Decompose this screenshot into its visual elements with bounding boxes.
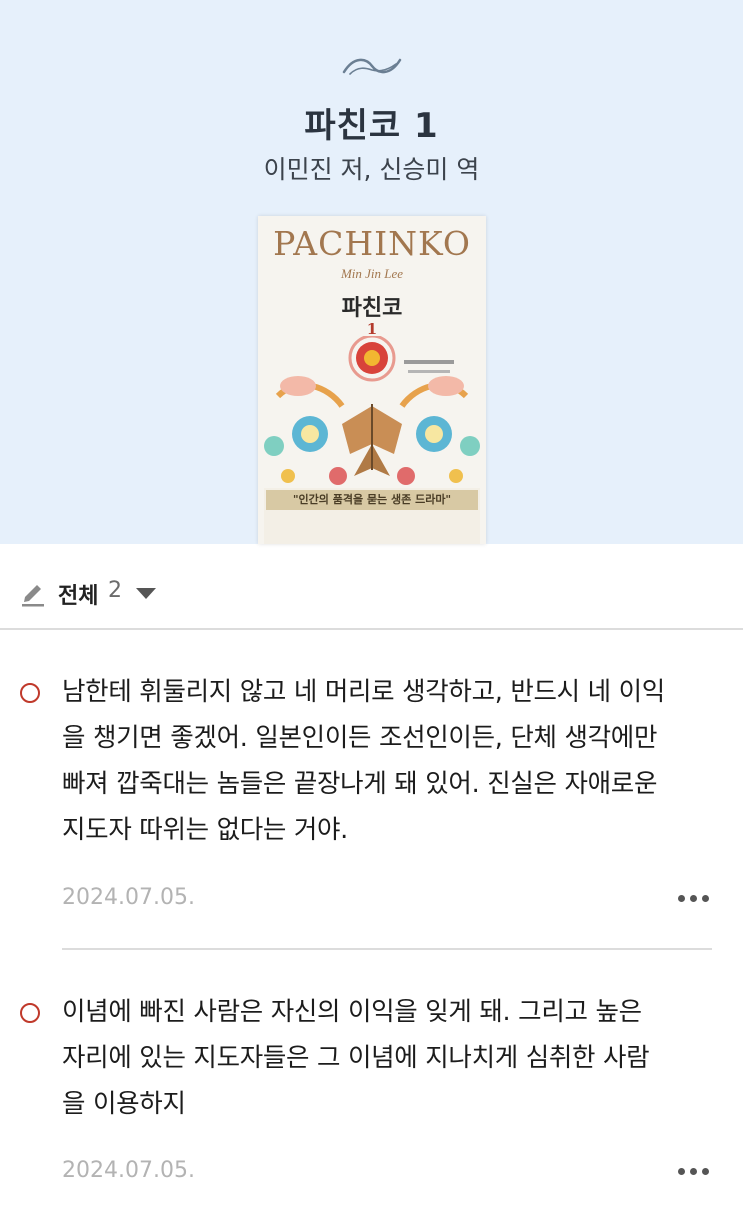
book-author: 이민진 저, 신승미 역 bbox=[263, 155, 480, 184]
post-text[interactable]: 남한테 휘둘리지 않고 네 머리로 생각하고, 반드시 네 이익 을 챙기면 좋… bbox=[62, 669, 722, 853]
circle-bullet-icon bbox=[20, 1003, 40, 1023]
ornament-icon bbox=[342, 58, 402, 75]
book-title: 파친코 1 bbox=[304, 106, 439, 146]
post-text[interactable]: 이념에 빠진 사람은 자신의 이익을 잊게 돼. 그리고 높은 자리에 있는 지… bbox=[62, 989, 722, 1127]
post-divider bbox=[62, 948, 712, 950]
post-date: 2024.07.05. bbox=[62, 1158, 195, 1183]
cover-title-ko: 파친코 bbox=[341, 295, 403, 321]
book-header: 파친코 1 이민진 저, 신승미 역 PACHINKO Min Jin Lee … bbox=[0, 0, 743, 544]
cover-title-en: PACHINKO bbox=[273, 224, 471, 263]
post-date: 2024.07.05. bbox=[62, 885, 195, 910]
cover-illustration bbox=[258, 336, 486, 496]
book-cover[interactable]: PACHINKO Min Jin Lee 파친코 1 "인간의 품격을 묻는 생… bbox=[258, 216, 486, 544]
more-icon[interactable] bbox=[678, 1168, 709, 1175]
caret-down-icon[interactable] bbox=[136, 588, 156, 599]
pencil-icon bbox=[22, 585, 44, 607]
circle-bullet-icon bbox=[20, 683, 40, 703]
filter-count[interactable]: 2 bbox=[108, 578, 122, 603]
cover-tagline: "인간의 품격을 묻는 생존 드라마" bbox=[266, 490, 478, 510]
cover-author-en: Min Jin Lee bbox=[340, 266, 404, 281]
filter-label[interactable]: 전체 bbox=[58, 578, 98, 610]
more-icon[interactable] bbox=[678, 895, 709, 902]
